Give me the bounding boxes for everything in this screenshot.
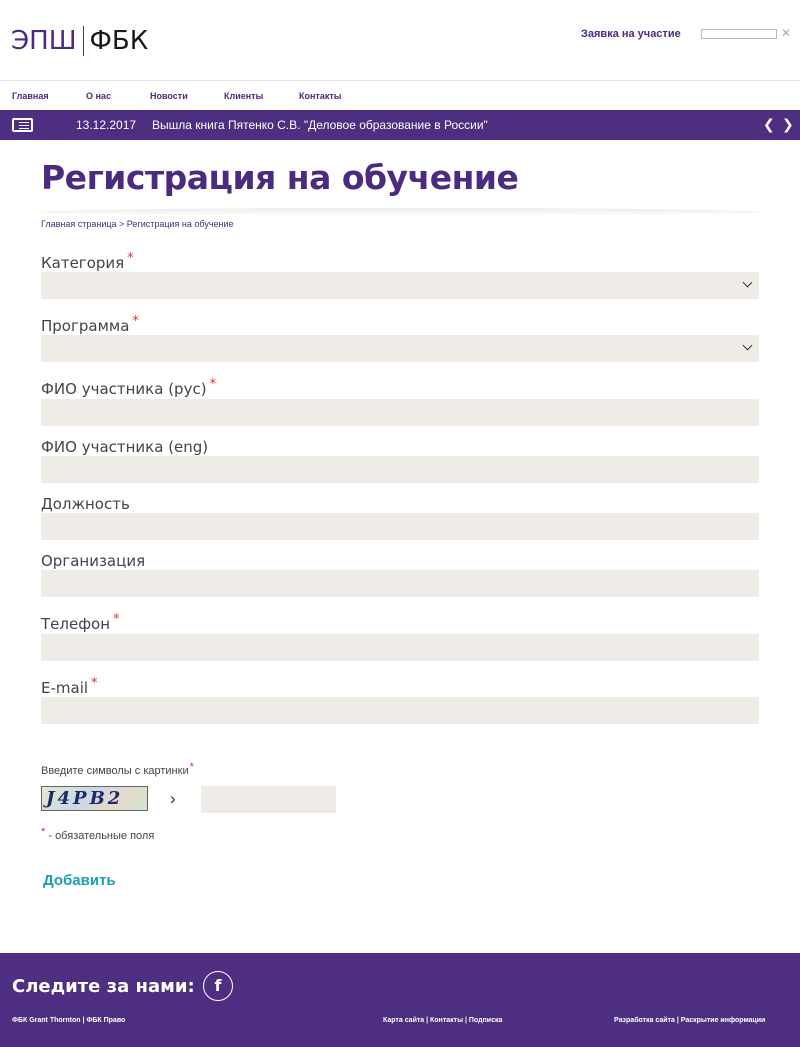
organization-label: Организация (41, 552, 146, 570)
name-en-input[interactable] (41, 456, 759, 483)
required-mark: * (113, 612, 120, 627)
ticker-news-link[interactable]: Вышла книга Пятенко С.В. "Деловое образо… (152, 118, 488, 132)
nav-item-about[interactable]: О нас (86, 91, 111, 101)
chevron-left-icon[interactable]: ❮ (763, 116, 775, 133)
search-clear-icon[interactable]: ✕ (781, 26, 791, 40)
chevron-right-icon[interactable]: ❯ (782, 116, 794, 133)
logo-eps: ЭПШ (11, 26, 77, 56)
main-nav: Главная О нас Новости Клиенты Контакты (0, 80, 800, 110)
nav-item-clients[interactable]: Клиенты (224, 91, 263, 101)
captcha-image-text: J4PB2 (46, 788, 124, 809)
title-divider (41, 208, 761, 216)
phone-label: Телефон * (41, 612, 120, 633)
email-input[interactable] (41, 697, 759, 724)
position-label: Должность (41, 495, 130, 513)
name-ru-label-text: ФИО участника (рус) (41, 380, 207, 398)
organization-input[interactable] (41, 570, 759, 597)
submit-button[interactable]: Добавить (43, 872, 116, 889)
program-label-text: Программа (41, 317, 130, 335)
chevron-down-icon (742, 277, 753, 288)
required-note-text: - обязательные поля (48, 830, 155, 842)
breadcrumb[interactable]: Главная страница > Регистрация на обучен… (41, 219, 234, 229)
apply-link[interactable]: Заявка на участие (581, 28, 681, 40)
search-input[interactable] (701, 29, 777, 39)
site-footer: Следите за нами: f ФБК Grant Thornton | … (0, 953, 800, 1047)
logo-divider (82, 26, 84, 56)
chevron-right-icon: › (170, 789, 176, 808)
name-ru-label: ФИО участника (рус) * (41, 377, 217, 398)
required-mark: * (132, 314, 139, 329)
site-logo[interactable]: ЭПШ ФБК (11, 26, 148, 56)
email-label-text: E-mail (41, 679, 89, 697)
follow-us-label: Следите за нами: (12, 976, 195, 997)
program-label: Программа * (41, 314, 139, 335)
footer-company-links[interactable]: ФБК Grant Thornton | ФБК Право (12, 1017, 125, 1024)
page-title: Регистрация на обучение (41, 158, 519, 197)
nav-item-news[interactable]: Новости (150, 91, 188, 101)
program-select[interactable] (41, 335, 759, 362)
news-ticker: 13.12.2017 Вышла книга Пятенко С.В. "Дел… (0, 110, 800, 140)
phone-label-text: Телефон (41, 615, 111, 633)
newspaper-icon (12, 118, 33, 132)
captcha-label-text: Введите символы с картинки (41, 765, 189, 777)
ticker-date: 13.12.2017 (76, 118, 137, 132)
name-en-label: ФИО участника (eng) (41, 438, 209, 456)
required-mark: * (209, 377, 217, 392)
nav-item-home[interactable]: Главная (12, 91, 49, 101)
required-mark: * (189, 761, 194, 773)
captcha-label: Введите символы с картинки* (41, 761, 194, 777)
site-header: ЭПШ ФБК Заявка на участие ✕ (0, 0, 800, 80)
required-mark: * (91, 676, 98, 691)
required-note: * - обязательные поля (41, 826, 155, 842)
captcha-image: J4PB2 (41, 786, 148, 811)
name-ru-input[interactable] (41, 399, 759, 426)
phone-input[interactable] (41, 634, 759, 661)
required-mark: * (127, 251, 134, 266)
category-select[interactable] (41, 272, 759, 299)
nav-item-contacts[interactable]: Контакты (299, 91, 341, 101)
category-label: Категория * (41, 251, 134, 272)
captcha-input[interactable] (201, 786, 336, 813)
chevron-down-icon (742, 340, 753, 351)
email-label: E-mail * (41, 676, 98, 697)
position-input[interactable] (41, 513, 759, 540)
category-label-text: Категория (41, 254, 125, 272)
logo-fbk: ФБК (89, 26, 149, 56)
footer-info-links[interactable]: Разработка сайта | Раскрытие информации (614, 1017, 765, 1024)
required-mark: * (41, 826, 46, 838)
footer-site-links[interactable]: Карта сайта | Контакты | Подписка (383, 1017, 502, 1024)
facebook-icon[interactable]: f (203, 971, 233, 1001)
